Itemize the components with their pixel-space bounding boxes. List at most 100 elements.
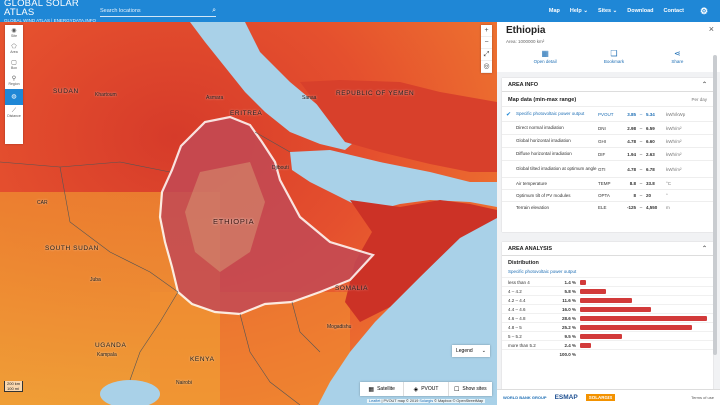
distribution-range: more than 5.2 — [508, 342, 536, 348]
layer-show-sites[interactable]: ☐ Show sites — [449, 382, 492, 396]
scale-mi: 100 mi — [7, 386, 20, 391]
map-view[interactable]: SUDAN Khartoum Asmara ERITREA Sanaa REPU… — [0, 22, 497, 405]
distribution-bar-track — [580, 288, 707, 294]
locate-button[interactable]: ◎ — [481, 61, 492, 73]
data-row-pvout[interactable]: ✔ Specific photovoltaic power output PVOUT… — [502, 106, 713, 121]
area-analysis-header[interactable]: AREA ANALYSIS ⌃ — [502, 242, 713, 256]
gear-icon[interactable]: ⚙ — [694, 1, 714, 21]
label-mogadishu: Mogadishu — [327, 324, 352, 330]
distribution-percent: 25.2 % — [561, 324, 576, 330]
panel-actions: ▦ Open detail ❑ Bookmark ⋖ Share — [506, 49, 711, 65]
row-unit: m — [666, 205, 670, 210]
row-unit: kWh/m² — [666, 125, 682, 131]
tool-site[interactable]: ◉ Site — [5, 25, 23, 41]
leaflet-link[interactable]: Leaflet — [369, 399, 380, 403]
terms-link[interactable]: Terms of use — [691, 395, 714, 400]
row-max: 6.78 — [646, 166, 655, 172]
data-row-dif[interactable]: Diffuse horizontal irradiation DIF 1.94–2.… — [502, 147, 713, 160]
info-panel: Ethiopia Area: 1000000 km² × ▦ Open detai… — [497, 22, 720, 405]
tool-area-label: Area — [10, 50, 18, 54]
nav-sites[interactable]: Sites ⌄ — [598, 8, 617, 14]
layer-switcher: ▦ Satellite ◈ PVOUT ☐ Show sites — [360, 382, 492, 396]
legend-button[interactable]: Legend ⌄ — [452, 345, 490, 357]
distribution-bar — [580, 342, 591, 348]
row-sep: – — [639, 151, 643, 157]
row-abbr: DIF — [598, 151, 606, 157]
attribution-rest: © Mapbox © OpenStreetMap — [433, 399, 484, 403]
data-row-ghi[interactable]: Global horizontal irradiation GHI 4.78–6.6… — [502, 134, 713, 147]
region-title: Ethiopia — [506, 25, 546, 36]
data-row-opta[interactable]: Optimum tilt of PV modules OPTA 8–20 ° — [502, 189, 713, 201]
share-button[interactable]: ⋖ Share — [671, 49, 683, 65]
tool-box[interactable]: ▢ Box — [5, 57, 23, 73]
area-info-header[interactable]: AREA INFO ⌃ — [502, 78, 713, 92]
map-tool-panel: ◉ Site ⬠ Area ▢ Box ⚲ Region ◍ ⟋ Distance — [5, 25, 23, 144]
distribution-title: Distribution — [508, 260, 539, 266]
row-max: 6.59 — [646, 125, 655, 131]
row-sep: – — [639, 193, 643, 198]
data-row-gti[interactable]: Global tilted irradiation at optimum ang… — [502, 160, 713, 177]
row-max: 4,550 — [646, 205, 658, 210]
data-row-ele[interactable]: Terrain elevation ELE -125–4,550 m — [502, 201, 713, 213]
label-uganda: UGANDA — [95, 342, 127, 349]
panel-scrollbar[interactable] — [713, 55, 717, 355]
brand-logo[interactable]: GLOBAL SOLAR ATLAS GLOBAL WIND ATLAS | E… — [0, 0, 98, 23]
row-abbr: GHI — [598, 138, 607, 144]
distribution-bar-track — [580, 342, 707, 348]
worldbank-logo[interactable]: WORLD BANK GROUP — [503, 395, 547, 400]
row-unit: kWh/m² — [666, 151, 682, 157]
tool-region[interactable]: ⚲ Region — [5, 73, 23, 89]
tool-country[interactable]: ◍ — [5, 89, 23, 105]
nav-contact[interactable]: Contact — [664, 8, 684, 14]
label-sudan: SUDAN — [53, 88, 79, 95]
tool-box-label: Box — [10, 66, 18, 70]
distribution-range: 4 – 4.2 — [508, 288, 522, 294]
distribution-chart: less than 4 1.4 % 4 – 4.2 5.8 % 4.2 – 4.4 11.… — [502, 277, 713, 358]
row-abbr: TEMP — [598, 181, 611, 186]
distribution-subtitle[interactable]: Specific photovoltaic power output — [502, 266, 713, 277]
map-data-heading: Map data (min-max range) Per day — [502, 92, 713, 106]
layer-sites-label: Show sites — [462, 386, 487, 392]
row-unit: kWh/kWp — [666, 111, 686, 117]
distribution-percent: 5.8 % — [564, 288, 576, 294]
zoom-out-button[interactable]: − — [481, 37, 492, 49]
row-min: -125 — [626, 205, 636, 210]
tool-distance[interactable]: ⟋ Distance — [5, 105, 23, 121]
nav-help[interactable]: Help ⌄ — [570, 8, 588, 14]
top-bar: GLOBAL SOLAR ATLAS GLOBAL WIND ATLAS | E… — [0, 0, 720, 22]
label-ethiopia: ETHIOPIA — [213, 217, 255, 226]
fullscreen-button[interactable]: ⤢ — [481, 49, 492, 61]
nav-map[interactable]: Map — [549, 8, 560, 14]
scale-bar: 200 km 100 mi — [4, 381, 24, 392]
search-input[interactable] — [100, 7, 200, 14]
distribution-range: 4.8 – 5 — [508, 324, 522, 330]
layer-satellite[interactable]: ▦ Satellite — [360, 382, 405, 396]
row-unit: °C — [666, 181, 672, 186]
data-row-temp[interactable]: Air temperature TEMP 8.8–33.8 °C — [502, 177, 713, 189]
solargis-link[interactable]: Solargis — [419, 399, 433, 403]
bookmark-button[interactable]: ❑ Bookmark — [604, 50, 624, 65]
search-icon[interactable]: ⌕ — [212, 7, 216, 15]
row-min: 1.94 — [627, 151, 636, 157]
layer-pvout[interactable]: ◈ PVOUT — [404, 382, 449, 396]
close-icon[interactable]: × — [709, 24, 714, 34]
row-min: 3.85 — [627, 111, 636, 117]
per-day-label[interactable]: Per day — [691, 97, 707, 103]
label-khartoum: Khartoum — [95, 92, 117, 98]
tool-area[interactable]: ⬠ Area — [5, 41, 23, 57]
label-yemen: REPUBLIC OF YEMEN — [336, 90, 415, 97]
open-detail-button[interactable]: ▦ Open detail — [534, 50, 557, 65]
share-icon: ⋖ — [674, 49, 681, 58]
label-eritrea: ERITREA — [230, 110, 263, 117]
distribution-range: 4.2 – 4.4 — [508, 297, 526, 303]
data-row-dni[interactable]: Direct normal irradiation DNI 2.98–6.59 kWh… — [502, 121, 713, 134]
zoom-in-button[interactable]: + — [481, 25, 492, 37]
solargis-logo[interactable]: SOLARGIS — [585, 394, 616, 401]
esmap-logo[interactable]: ESMAP — [555, 394, 578, 401]
distribution-range: 4.6 – 4.8 — [508, 315, 526, 321]
nav-download[interactable]: Download — [627, 8, 653, 14]
distribution-row: 5 – 5.2 9.5 % — [502, 331, 713, 340]
distribution-row: 100.0 % — [502, 349, 713, 358]
label-sanaa: Sanaa — [302, 95, 317, 101]
map-data-title: Map data (min-max range) — [508, 97, 577, 103]
